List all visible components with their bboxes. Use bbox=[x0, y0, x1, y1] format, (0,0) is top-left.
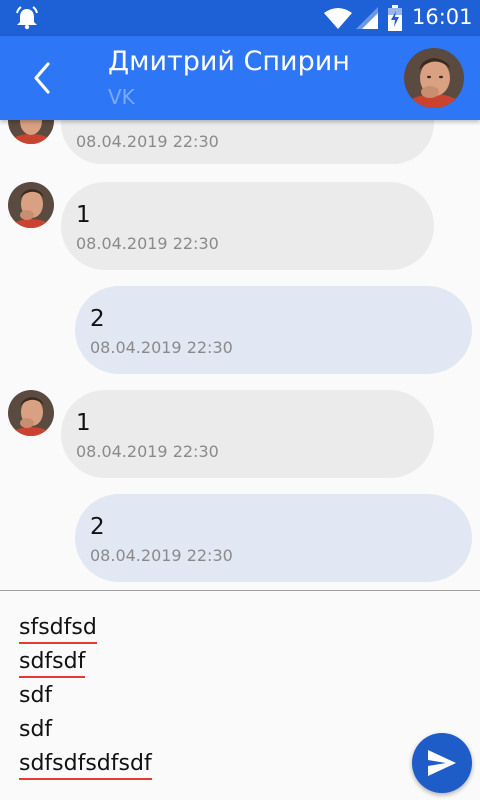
sender-avatar bbox=[8, 120, 54, 144]
message-list[interactable]: 08.04.2019 22:30 1 08.04.2019 22:30 2 08… bbox=[0, 120, 480, 590]
message-bubble[interactable]: 2 08.04.2019 22:30 bbox=[75, 494, 472, 582]
send-icon bbox=[428, 750, 456, 776]
input-text-line[interactable]: sdf bbox=[19, 683, 52, 708]
chat-title: Дмитрий Спирин bbox=[108, 46, 350, 77]
sender-avatar bbox=[8, 390, 54, 436]
message-date: 08.04.2019 22:30 bbox=[90, 546, 233, 565]
message-input[interactable]: sfsdfsd sdfsdf sdf sdf sdfsdfsdfsdf bbox=[0, 591, 480, 800]
message-date: 08.04.2019 22:30 bbox=[76, 234, 219, 253]
chat-subtitle: VK bbox=[108, 85, 135, 109]
cell-signal-icon bbox=[356, 7, 378, 29]
contact-avatar[interactable] bbox=[404, 48, 464, 108]
chevron-left-icon[interactable] bbox=[24, 58, 64, 98]
message-text: 1 bbox=[76, 410, 91, 436]
status-bar: 16:01 bbox=[0, 0, 480, 36]
input-text-line[interactable]: sdfsdfsdfsdf bbox=[19, 751, 152, 780]
message-bubble[interactable]: 2 08.04.2019 22:30 bbox=[75, 286, 472, 374]
message-date: 08.04.2019 22:30 bbox=[90, 338, 233, 357]
sender-avatar bbox=[8, 182, 54, 228]
message-date: 08.04.2019 22:30 bbox=[76, 132, 219, 151]
alarm-bell-icon bbox=[16, 6, 38, 30]
message-bubble[interactable]: 1 08.04.2019 22:30 bbox=[61, 182, 434, 270]
status-time: 16:01 bbox=[412, 5, 473, 29]
message-text: 2 bbox=[90, 514, 105, 540]
app-bar: Дмитрий Спирин VK bbox=[0, 36, 480, 120]
message-bubble[interactable]: 08.04.2019 22:30 bbox=[61, 120, 434, 164]
wifi-icon bbox=[324, 8, 352, 29]
input-text-line[interactable]: sdf bbox=[19, 717, 52, 742]
message-text: 1 bbox=[76, 202, 91, 228]
message-date: 08.04.2019 22:30 bbox=[76, 442, 219, 461]
input-text-line[interactable]: sfsdfsd bbox=[19, 615, 97, 644]
send-button[interactable] bbox=[412, 733, 472, 793]
message-bubble[interactable]: 1 08.04.2019 22:30 bbox=[61, 390, 434, 478]
message-text: 2 bbox=[90, 306, 105, 332]
input-text-line[interactable]: sdfsdf bbox=[19, 649, 86, 678]
battery-charging-icon bbox=[388, 5, 402, 31]
